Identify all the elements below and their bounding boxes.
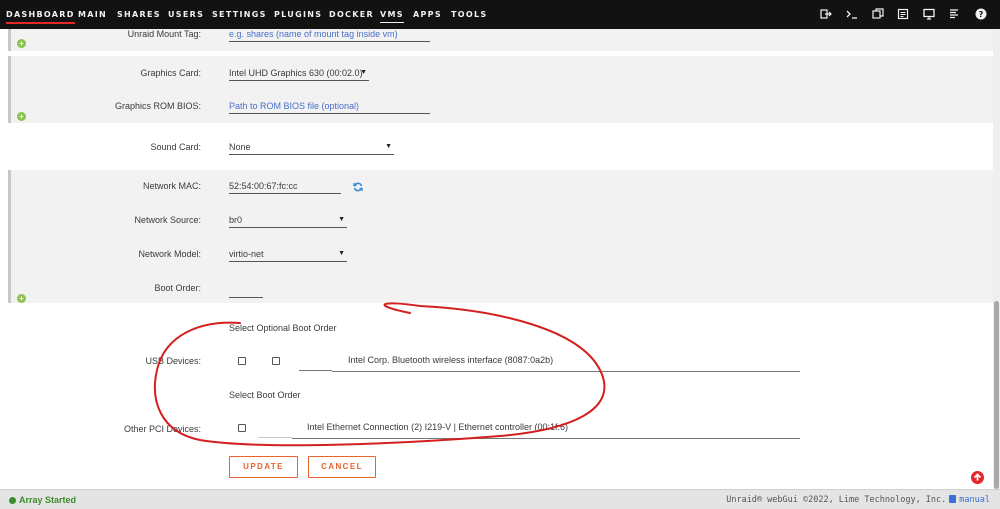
mount-tag-input[interactable]: e.g. shares (name of mount tag inside vm… — [229, 29, 430, 42]
pci-row-divider — [292, 438, 800, 439]
pci-column-header: Select Boot Order — [229, 390, 301, 400]
monitor-icon[interactable] — [923, 8, 935, 20]
pci-select-checkbox[interactable] — [238, 424, 246, 432]
graphics-section: + — [8, 56, 993, 123]
update-button[interactable]: UPDATE — [229, 456, 298, 478]
scrollbar-thumb[interactable] — [994, 301, 999, 489]
network-model-label: Network Model: — [138, 249, 201, 259]
nav-tools[interactable]: TOOLS — [451, 10, 487, 19]
copy-window-icon[interactable] — [872, 8, 884, 20]
boot-order-label: Boot Order: — [154, 283, 201, 293]
nav-shares[interactable]: SHARES — [117, 10, 161, 19]
usb-row-divider — [332, 371, 800, 372]
nav-plugins[interactable]: PLUGINS — [274, 10, 322, 19]
sound-card-select[interactable]: None ▼ — [229, 141, 394, 155]
usb-device-name: Intel Corp. Bluetooth wireless interface… — [348, 355, 554, 365]
network-source-label: Network Source: — [134, 215, 201, 225]
scroll-top-icon[interactable] — [971, 471, 984, 484]
network-model-select[interactable]: virtio-net ▼ — [229, 248, 347, 262]
feedback-icon[interactable] — [948, 8, 960, 20]
logout-icon[interactable] — [820, 8, 832, 20]
help-icon[interactable]: ? — [975, 8, 987, 20]
add-network-icon[interactable]: + — [17, 294, 26, 303]
log-icon[interactable] — [897, 8, 909, 20]
terminal-icon[interactable] — [846, 8, 858, 20]
chevron-down-icon: ▼ — [385, 143, 392, 150]
footer-copyright: Unraid® webGui ©2022, Lime Technology, I… — [726, 495, 990, 505]
add-mount-icon[interactable]: + — [17, 39, 26, 48]
pci-devices-label: Other PCI Devices: — [123, 424, 201, 434]
manual-link[interactable]: manual — [959, 495, 990, 505]
graphics-rom-label: Graphics ROM BIOS: — [114, 101, 201, 111]
usb-column-header: Select Optional Boot Order — [229, 323, 337, 333]
refresh-icon[interactable] — [353, 182, 363, 192]
scrollbar[interactable] — [993, 29, 1000, 489]
chevron-down-icon: ▼ — [360, 69, 367, 76]
status-dot-icon — [9, 496, 16, 504]
pci-boot-order-input[interactable] — [258, 437, 292, 438]
svg-text:?: ? — [979, 10, 984, 19]
nav-dashboard[interactable]: DASHBOARD — [6, 10, 75, 24]
add-graphics-icon[interactable]: + — [17, 112, 26, 121]
nav-vms[interactable]: VMS — [380, 10, 404, 23]
graphics-card-label: Graphics Card: — [140, 68, 201, 78]
network-mac-label: Network MAC: — [142, 181, 201, 191]
usb-optional-checkbox[interactable] — [272, 357, 280, 365]
usb-select-checkbox[interactable] — [238, 357, 246, 365]
network-mac-input[interactable]: 52:54:00:67:fc:cc — [229, 180, 341, 194]
nav-settings[interactable]: SETTINGS — [212, 10, 267, 19]
footer: Array Started Unraid® webGui ©2022, Lime… — [0, 489, 1000, 509]
chevron-down-icon: ▼ — [338, 216, 345, 223]
mount-tag-label: Unraid Mount Tag: — [127, 29, 201, 39]
nav-apps[interactable]: APPS — [413, 10, 442, 19]
nav-users[interactable]: USERS — [168, 10, 204, 19]
graphics-card-select[interactable]: Intel UHD Graphics 630 (00:02.0) ▼ — [229, 67, 369, 81]
top-navigation: DASHBOARD MAIN SHARES USERS SETTINGS PLU… — [0, 0, 1000, 29]
boot-order-input[interactable] — [229, 284, 263, 298]
usb-devices-label: USB Devices: — [145, 356, 201, 366]
cancel-button[interactable]: CANCEL — [308, 456, 376, 478]
vm-edit-form: + Unraid Mount Tag: e.g. shares (name of… — [0, 29, 993, 489]
sound-card-label: Sound Card: — [150, 142, 201, 152]
network-source-select[interactable]: br0 ▼ — [229, 214, 347, 228]
nav-main[interactable]: MAIN — [78, 10, 107, 19]
graphics-rom-input[interactable]: Path to ROM BIOS file (optional) — [229, 100, 430, 114]
array-status: Array Started — [9, 495, 76, 505]
pci-device-name: Intel Ethernet Connection (2) I219-V | E… — [307, 422, 568, 432]
usb-boot-order-input[interactable] — [299, 370, 332, 371]
chevron-down-icon: ▼ — [338, 250, 345, 257]
book-icon — [949, 495, 957, 503]
nav-docker[interactable]: DOCKER — [329, 10, 374, 19]
